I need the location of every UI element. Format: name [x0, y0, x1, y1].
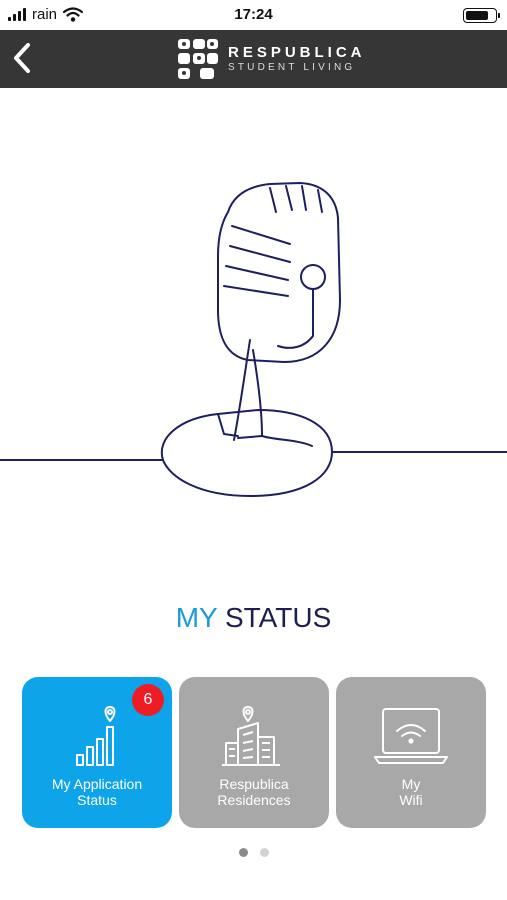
- nav-bar: RESPUBLICA STUDENT LIVING: [0, 30, 507, 88]
- brand-logo: RESPUBLICA STUDENT LIVING: [176, 38, 376, 82]
- tile-respublica-residences[interactable]: Respublica Residences: [179, 677, 329, 828]
- chevron-left-icon: [14, 43, 30, 73]
- microphone-illustration: [0, 182, 507, 497]
- base-ellipse: [160, 409, 333, 461]
- brand-title: RESPUBLICA: [228, 44, 366, 61]
- mic-grille-top: [269, 185, 323, 213]
- stand-right: [252, 349, 263, 437]
- ground-line: [0, 451, 507, 497]
- page-heading: MY STATUS: [0, 602, 507, 634]
- battery-icon: [463, 8, 500, 23]
- back-button[interactable]: [6, 38, 42, 78]
- status-bar: rain 17:24: [0, 0, 507, 30]
- tile-label: My Wifi: [399, 776, 423, 808]
- page-indicator: [0, 848, 507, 860]
- laptop-wifi-icon: [374, 708, 448, 764]
- mic-knob-arm: [277, 288, 314, 349]
- clock: 17:24: [234, 6, 273, 23]
- stand-foot: [237, 435, 313, 447]
- bar-chart-location-icon: [76, 706, 116, 766]
- tile-label: My Application Status: [51, 776, 143, 808]
- heading-my: MY: [175, 602, 218, 633]
- page-dot-1[interactable]: [238, 848, 248, 857]
- heading-status: STATUS: [224, 602, 332, 633]
- page-dot-2[interactable]: [259, 848, 269, 857]
- mic-grille-lines: [223, 225, 291, 297]
- notification-badge: 6: [132, 684, 164, 716]
- tile-label: Respublica Residences: [217, 776, 291, 808]
- brand-subtitle: STUDENT LIVING: [228, 62, 356, 73]
- tile-my-wifi[interactable]: My Wifi: [336, 677, 486, 828]
- mic-knob: [300, 264, 326, 290]
- respublica-logo-icon: [178, 39, 218, 79]
- buildings-location-icon: [222, 706, 280, 766]
